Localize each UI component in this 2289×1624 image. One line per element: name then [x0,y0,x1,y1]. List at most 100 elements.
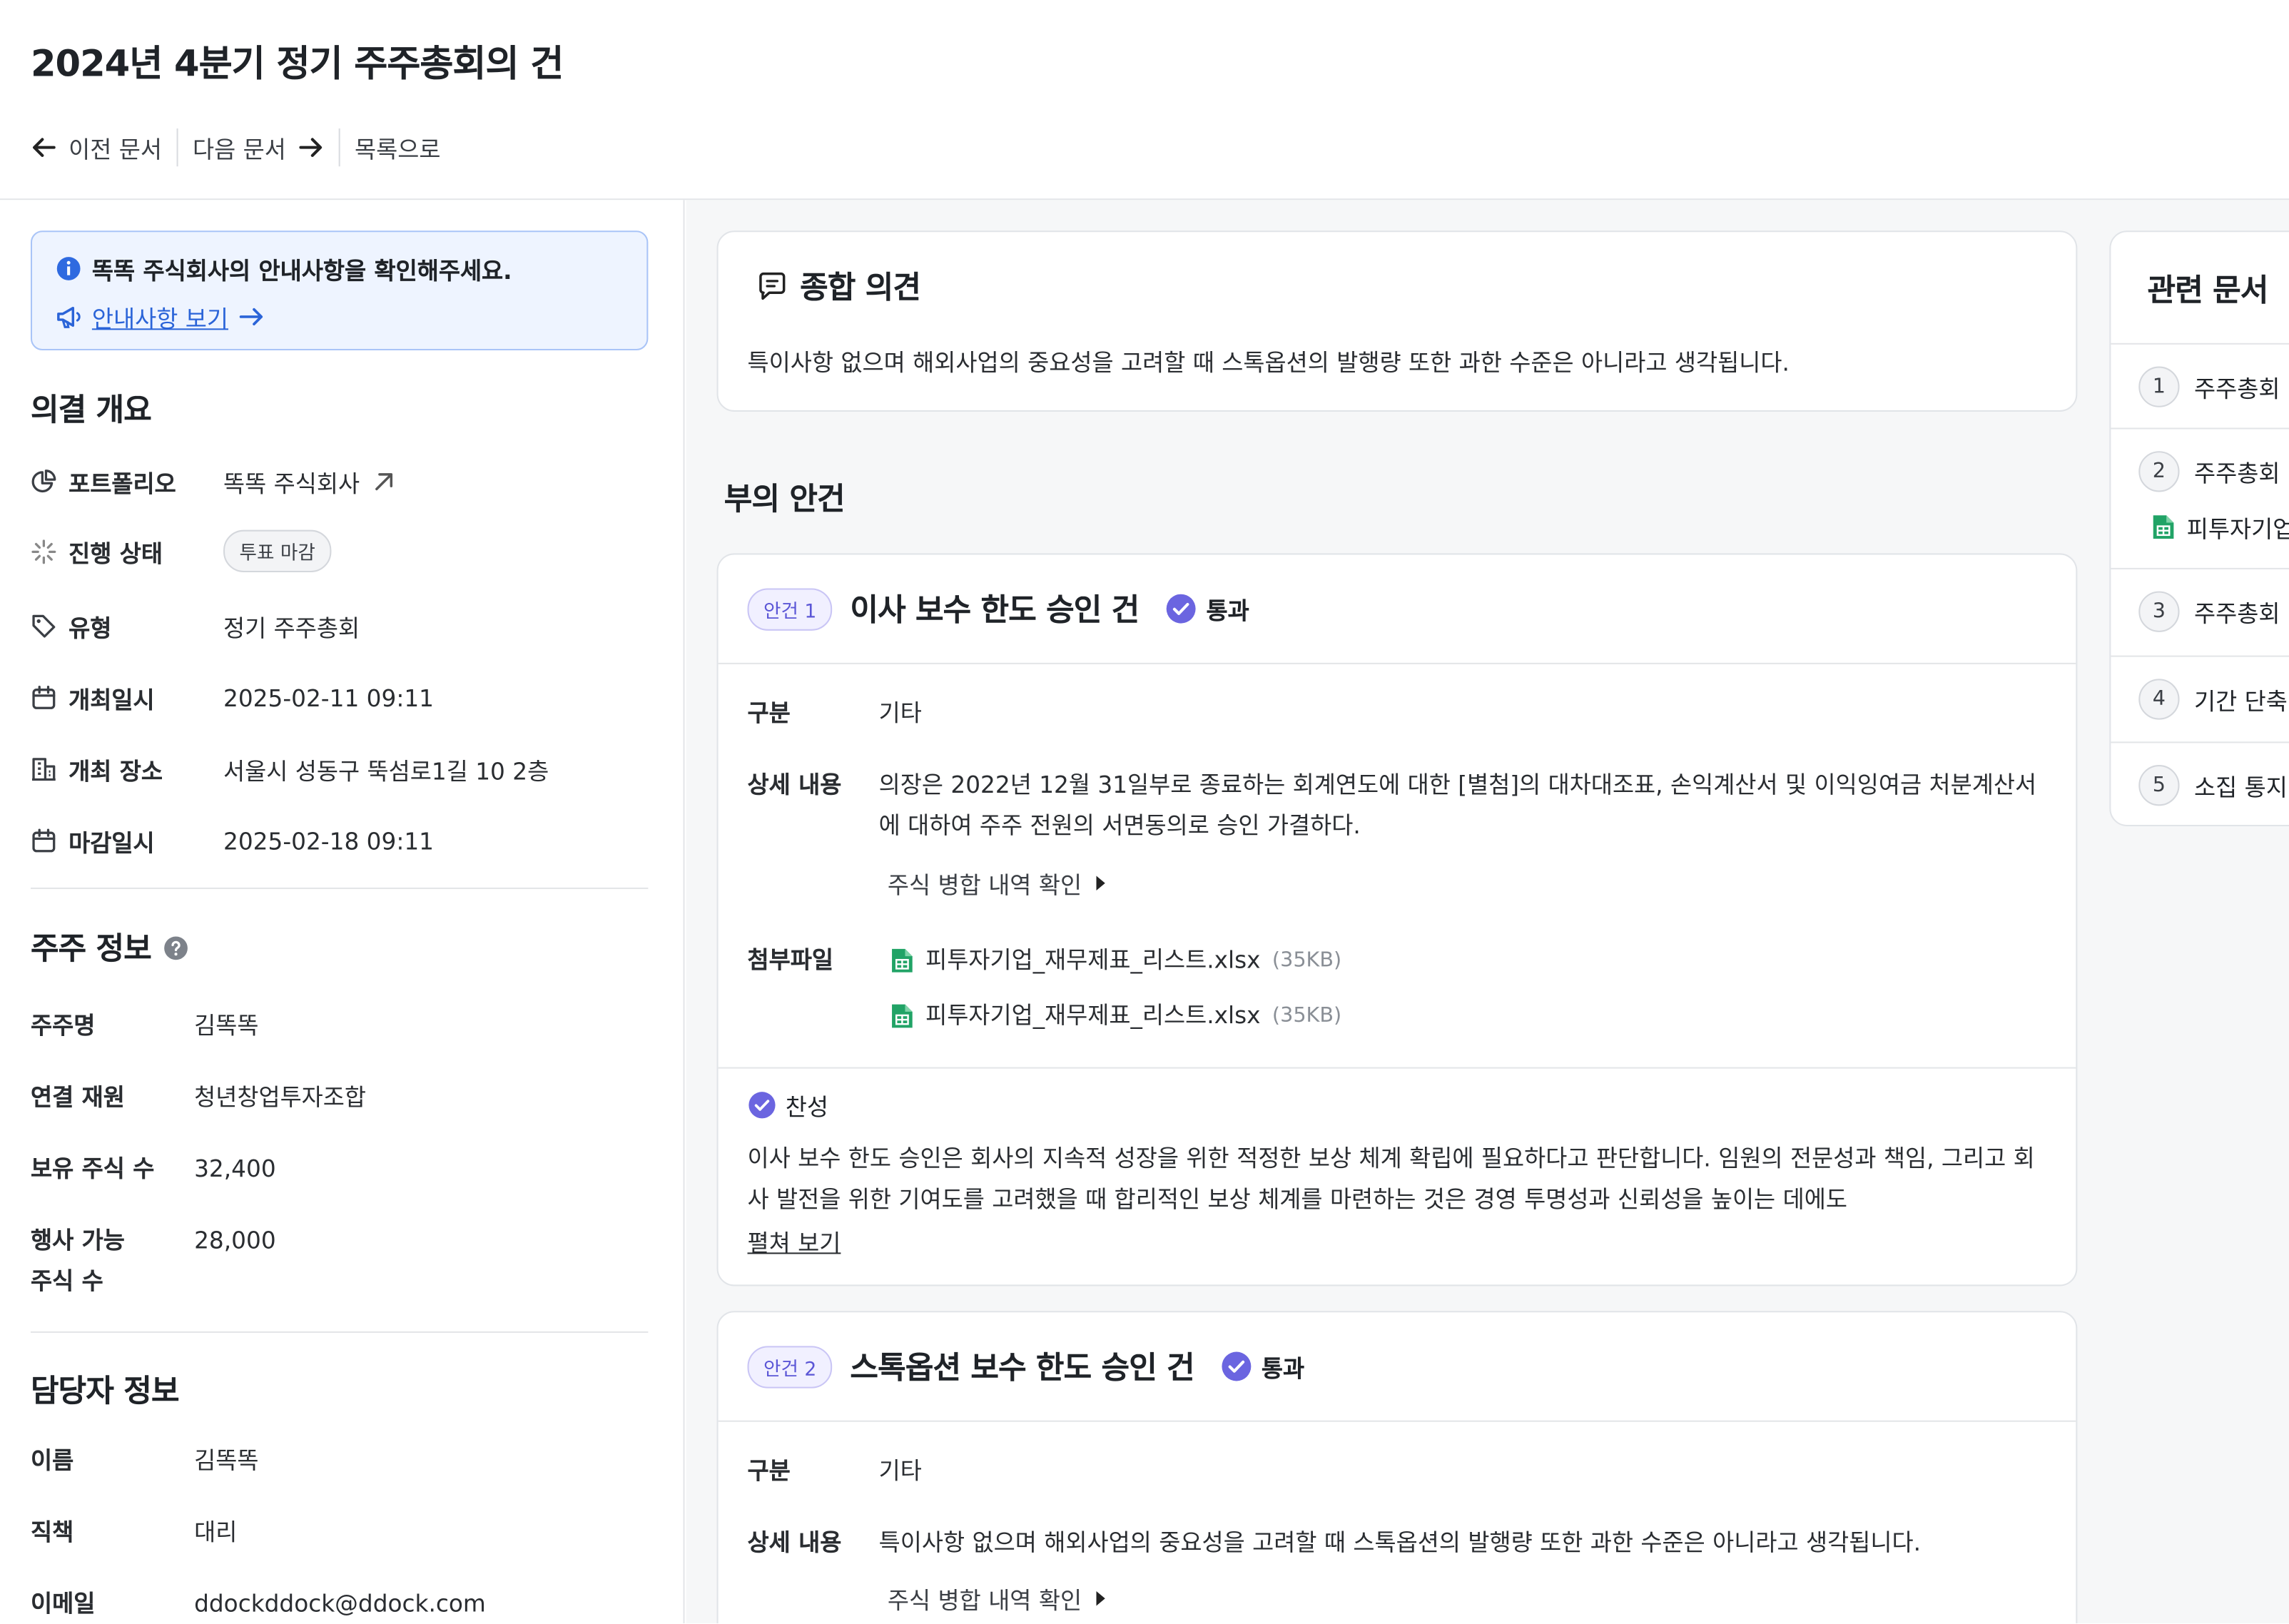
page-title: 2024년 4분기 정기 주주총회의 건 [30,42,564,85]
email-link[interactable]: ddockddock@ddock.com [194,1584,486,1623]
notice-text: 똑똑 주식회사의 안내사항을 확인해주세요. [91,257,512,285]
page-header: 2024년 4분기 정기 주주총회의 건 이전 문서 다음 문서 목록으로 [0,0,2289,201]
opinion-text: 특이사항 없으며 해외사업의 중요성을 고려할 때 스톡옵션의 발행량 또한 과… [747,348,1790,377]
agenda-detail: 특이사항 없으며 해외사업의 중요성을 고려할 때 스톡옵션의 발행량 또한 과… [878,1528,1922,1556]
shareholder-title-text: 주주 정보 [30,931,152,967]
message-icon [759,272,786,300]
caret-right-icon [1096,876,1105,891]
external-link-icon [375,473,393,491]
notice-box: 똑똑 주식회사의 안내사항을 확인해주세요. 안내사항 보기 [30,230,649,351]
manager-row: 직책 대리 [30,1518,238,1546]
pie-chart-icon [31,470,56,493]
overview-row-portfolio: 포트폴리오 똑똑 주식회사 [31,465,397,499]
back-to-list-label: 목록으로 [355,136,441,164]
agenda-chip: 안건 2 [747,1345,833,1388]
agenda-category-row: 구분 기타 [747,699,922,727]
related-documents-title: 관련 문서 [2147,273,2269,308]
spreadsheet-icon [892,948,913,973]
portfolio-link[interactable]: 똑똑 주식회사 [223,465,397,499]
shareholder-row: 주주명 김똑똑 [30,1011,259,1040]
calendar-icon [32,685,56,709]
overview-label: 개최일시 [68,686,155,714]
overview-label: 유형 [68,614,112,643]
card-divider [718,1067,2076,1069]
merge-history-toggle[interactable]: 주식 병합 내역 확인 [888,1581,1108,1616]
card-divider [718,662,2076,664]
spreadsheet-icon [2153,515,2174,539]
agenda-title: 이사 보수 한도 승인 건 [850,592,1140,628]
related-document-item[interactable]: 5 소집 통지 [2111,741,2289,825]
related-documents-card: 관련 문서 1 주주총회 2 주주총회 피투자기업 3 주주총회 4 기간 단축… [2109,230,2289,826]
arrow-right-icon [240,308,263,326]
overview-label: 마감일시 [68,829,155,857]
attachment-file[interactable]: 피투자기업_재무제표_리스트.xlsx (35KB) [890,940,1341,981]
agenda-detail-row: 상세 내용 의장은 2022년 12월 31일부로 종료하는 회계연도에 대한 … [748,765,2047,847]
expand-link[interactable]: 펼쳐 보기 [748,1223,841,1258]
related-document-item[interactable]: 4 기간 단축 [2111,655,2289,742]
agenda-detail: 의장은 2022년 12월 31일부로 종료하는 회계연도에 대한 [별첨]의 … [878,771,2037,840]
document-nav: 이전 문서 다음 문서 목록으로 [31,128,441,167]
agenda-files-row: 첨부파일 피투자기업_재무제표_리스트.xlsx (35KB) 피투자기업_재무… [748,940,1342,1037]
overview-row-venue: 개최 장소 서울시 성동구 뚝섬로1길 10 2층 [31,752,549,787]
calendar-icon [32,828,56,853]
type-value: 정기 주주총회 [223,614,360,643]
spreadsheet-icon [892,1004,913,1028]
prev-document-label: 이전 문서 [68,136,163,164]
next-document-label: 다음 문서 [192,136,286,164]
overview-label: 포트폴리오 [68,470,176,498]
back-to-list-link[interactable]: 목록으로 [355,130,440,165]
caret-right-icon [1096,1591,1105,1606]
building-icon [32,758,56,781]
overview-row-status: 진행 상태 투표 마감 [31,529,332,573]
loader-icon [31,539,56,564]
pass-badge: 통과 [1165,592,1249,626]
pass-badge: 통과 [1221,1349,1304,1384]
overview-title: 의결 개요 [30,392,152,428]
notice-link[interactable]: 안내사항 보기 [56,299,266,334]
tag-icon [32,614,56,638]
notice-link-label: 안내사항 보기 [91,305,228,333]
related-document-item[interactable]: 2 주주총회 피투자기업 [2111,427,2289,567]
vote-comment: 이사 보수 한도 승인은 회사의 지속적 성장을 위한 적정한 보상 체계 확립… [747,1145,2035,1214]
status-badge: 투표 마감 [223,529,332,573]
agenda-card: 안건 2 스톡옵션 보수 한도 승인 건 통과 구분 기타 상세 내용 특이사항… [716,1311,2078,1624]
check-circle-icon [748,1092,776,1119]
nav-divider [176,128,178,167]
next-document-link[interactable]: 다음 문서 [193,130,324,165]
merge-history-toggle[interactable]: 주식 병합 내역 확인 [888,866,1108,900]
deadline-value: 2025-02-18 09:11 [223,827,435,855]
related-attachment[interactable]: 피투자기업 [2152,509,2289,544]
help-icon[interactable] [163,935,188,960]
section-divider [30,887,649,889]
attachment-file[interactable]: 피투자기업_재무제표_리스트.xlsx (35KB) [890,995,1341,1036]
check-circle-icon [1167,594,1197,624]
info-icon [56,257,81,280]
manager-row: 이름 김똑똑 [30,1446,259,1475]
prev-document-link[interactable]: 이전 문서 [31,130,162,165]
overview-row-deadline: 마감일시 2025-02-18 09:11 [31,823,434,858]
related-document-item[interactable]: 3 주주총회 [2111,567,2289,656]
shareholder-row: 보유 주식 수 32,400 [30,1154,276,1183]
notice-message: 똑똑 주식회사의 안내사항을 확인해주세요. [56,251,512,286]
agenda-category-row: 구분 기타 [747,1456,922,1485]
page: 2024년 4분기 정기 주주총회의 건 이전 문서 다음 문서 목록으로 똑똑… [0,0,2289,1624]
opinion-title: 종합 의견 [800,270,921,305]
section-divider [30,1331,649,1333]
vote-result: 찬성 [748,1087,828,1122]
manager-title: 담당자 정보 [30,1374,180,1409]
agenda-chip: 안건 1 [747,587,833,630]
venue-value: 서울시 성동구 뚝섬로1길 10 2층 [223,757,549,786]
nav-divider [338,128,340,167]
overview-label: 진행 상태 [68,539,163,567]
related-document-item[interactable]: 1 주주총회 [2111,342,2289,428]
check-circle-icon [1222,1351,1252,1381]
manager-row: 이메일 ddockddock@ddock.com [31,1584,486,1623]
shareholder-row: 행사 가능 주식 수 28,000 [30,1226,276,1295]
overview-row-date: 개최일시 2025-02-11 09:11 [31,680,434,715]
opinion-card: 종합 의견 특이사항 없으며 해외사업의 중요성을 고려할 때 스톡옵션의 발행… [716,230,2078,412]
arrow-right-icon [299,138,322,157]
overview-label: 개최 장소 [68,757,163,786]
agenda-section-title: 부의 안건 [724,482,846,517]
overview-row-type: 유형 정기 주주총회 [31,609,360,644]
arrow-left-icon [33,138,56,157]
